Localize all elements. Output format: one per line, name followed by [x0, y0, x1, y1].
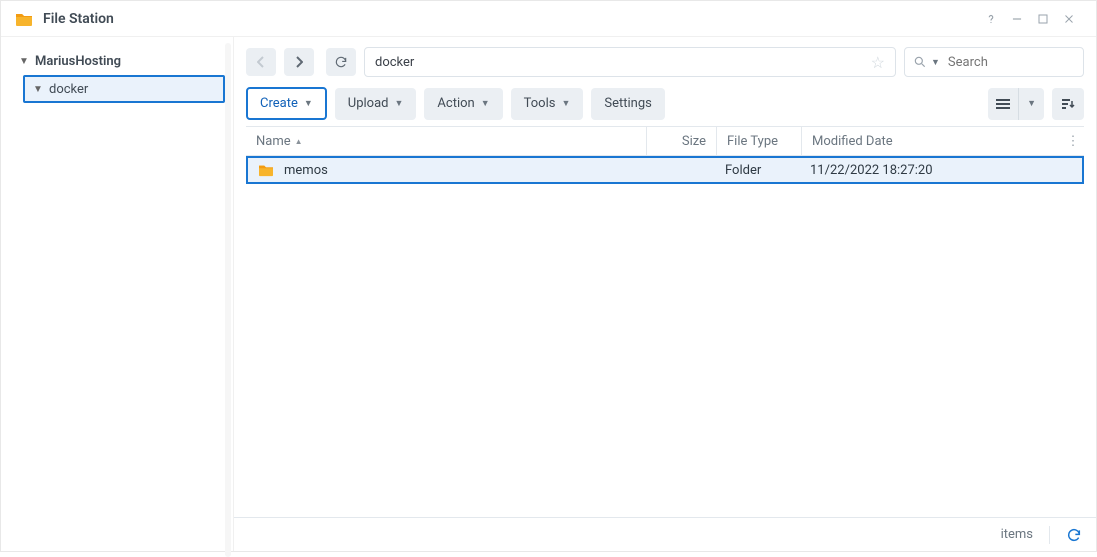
status-items-label: items	[1001, 527, 1033, 542]
sidebar: ▼ MariusHosting ▼ docker	[1, 37, 234, 551]
search-box[interactable]: ▼	[904, 47, 1084, 77]
col-date-label: Modified Date	[812, 134, 893, 149]
window-title: File Station	[43, 11, 978, 27]
grid-header: Name ▲ Size File Type Modified Date ⋮	[246, 126, 1084, 156]
col-more-button[interactable]: ⋮	[1062, 127, 1084, 155]
help-button[interactable]	[978, 6, 1004, 32]
cell-type-text: Folder	[725, 163, 761, 178]
tree-item-label: docker	[49, 82, 88, 97]
tree-root[interactable]: ▼ MariusHosting	[9, 47, 225, 75]
tree-item-docker[interactable]: ▼ docker	[23, 75, 225, 103]
action-label: Action	[437, 96, 474, 111]
body: ▼ MariusHosting ▼ docker	[1, 37, 1096, 551]
separator	[1049, 526, 1050, 544]
col-size-label: Size	[682, 134, 706, 149]
col-type-label: File Type	[727, 134, 778, 149]
view-dropdown[interactable]: ▼	[1019, 88, 1044, 120]
file-grid: Name ▲ Size File Type Modified Date ⋮	[234, 126, 1096, 517]
path-bar[interactable]: docker ☆	[364, 47, 896, 77]
action-row: Create ▼ Upload ▼ Action ▼ Tools ▼	[246, 87, 1084, 120]
settings-label: Settings	[604, 96, 651, 111]
caret-down-icon: ▼	[395, 98, 404, 109]
create-button[interactable]: Create ▼	[246, 87, 327, 120]
cell-date-text: 11/22/2022 18:27:20	[810, 163, 933, 178]
caret-down-icon: ▼	[561, 98, 570, 109]
settings-button[interactable]: Settings	[591, 88, 664, 120]
cell-type: Folder	[715, 158, 800, 182]
nav-row: docker ☆ ▼	[246, 47, 1084, 77]
app-folder-icon	[15, 10, 33, 28]
list-view-icon[interactable]	[988, 88, 1019, 120]
upload-button[interactable]: Upload ▼	[335, 88, 417, 120]
cell-name: memos	[248, 158, 645, 182]
col-name-header[interactable]: Name ▲	[246, 127, 647, 155]
cell-date: 11/22/2022 18:27:20	[800, 158, 1082, 182]
cell-size	[645, 158, 715, 182]
sort-button[interactable]	[1052, 88, 1084, 120]
close-button[interactable]	[1056, 6, 1082, 32]
grid-rows: memos Folder 11/22/2022 18:27:20	[246, 156, 1084, 517]
upload-label: Upload	[348, 96, 389, 111]
tree-root-label: MariusHosting	[35, 54, 121, 69]
main-panel: docker ☆ ▼ Create ▼	[234, 37, 1096, 551]
caret-down-icon: ▼	[481, 98, 490, 109]
search-input[interactable]	[948, 55, 1097, 70]
create-label: Create	[260, 96, 298, 111]
file-station-window: File Station ▼ MariusHosting ▼ docker	[0, 0, 1097, 552]
view-mode-button[interactable]: ▼	[988, 88, 1044, 120]
caret-down-icon: ▼	[19, 56, 29, 67]
col-name-label: Name	[256, 134, 291, 149]
refresh-button[interactable]	[326, 48, 356, 76]
sidebar-scrollbar[interactable]	[225, 43, 231, 557]
star-icon[interactable]: ☆	[871, 53, 885, 72]
col-date-header[interactable]: Modified Date	[802, 127, 1062, 155]
maximize-button[interactable]	[1030, 6, 1056, 32]
cell-name-text: memos	[284, 163, 328, 178]
search-icon	[913, 55, 927, 69]
nav-forward-button[interactable]	[284, 48, 314, 76]
tools-label: Tools	[524, 96, 556, 111]
folder-icon	[258, 163, 274, 177]
minimize-button[interactable]	[1004, 6, 1030, 32]
caret-down-icon: ▼	[33, 84, 43, 95]
caret-down-icon: ▼	[304, 98, 313, 109]
status-bar: items	[234, 517, 1096, 551]
toolbar: docker ☆ ▼ Create ▼	[234, 37, 1096, 126]
titlebar: File Station	[1, 1, 1096, 37]
action-button[interactable]: Action ▼	[424, 88, 502, 120]
caret-down-icon[interactable]: ▼	[931, 57, 940, 68]
col-size-header[interactable]: Size	[647, 127, 717, 155]
table-row[interactable]: memos Folder 11/22/2022 18:27:20	[246, 156, 1084, 184]
nav-back-button[interactable]	[246, 48, 276, 76]
col-type-header[interactable]: File Type	[717, 127, 802, 155]
status-refresh-button[interactable]	[1066, 527, 1082, 543]
tools-button[interactable]: Tools ▼	[511, 88, 584, 120]
sort-asc-icon: ▲	[295, 137, 303, 146]
path-value: docker	[375, 55, 414, 70]
